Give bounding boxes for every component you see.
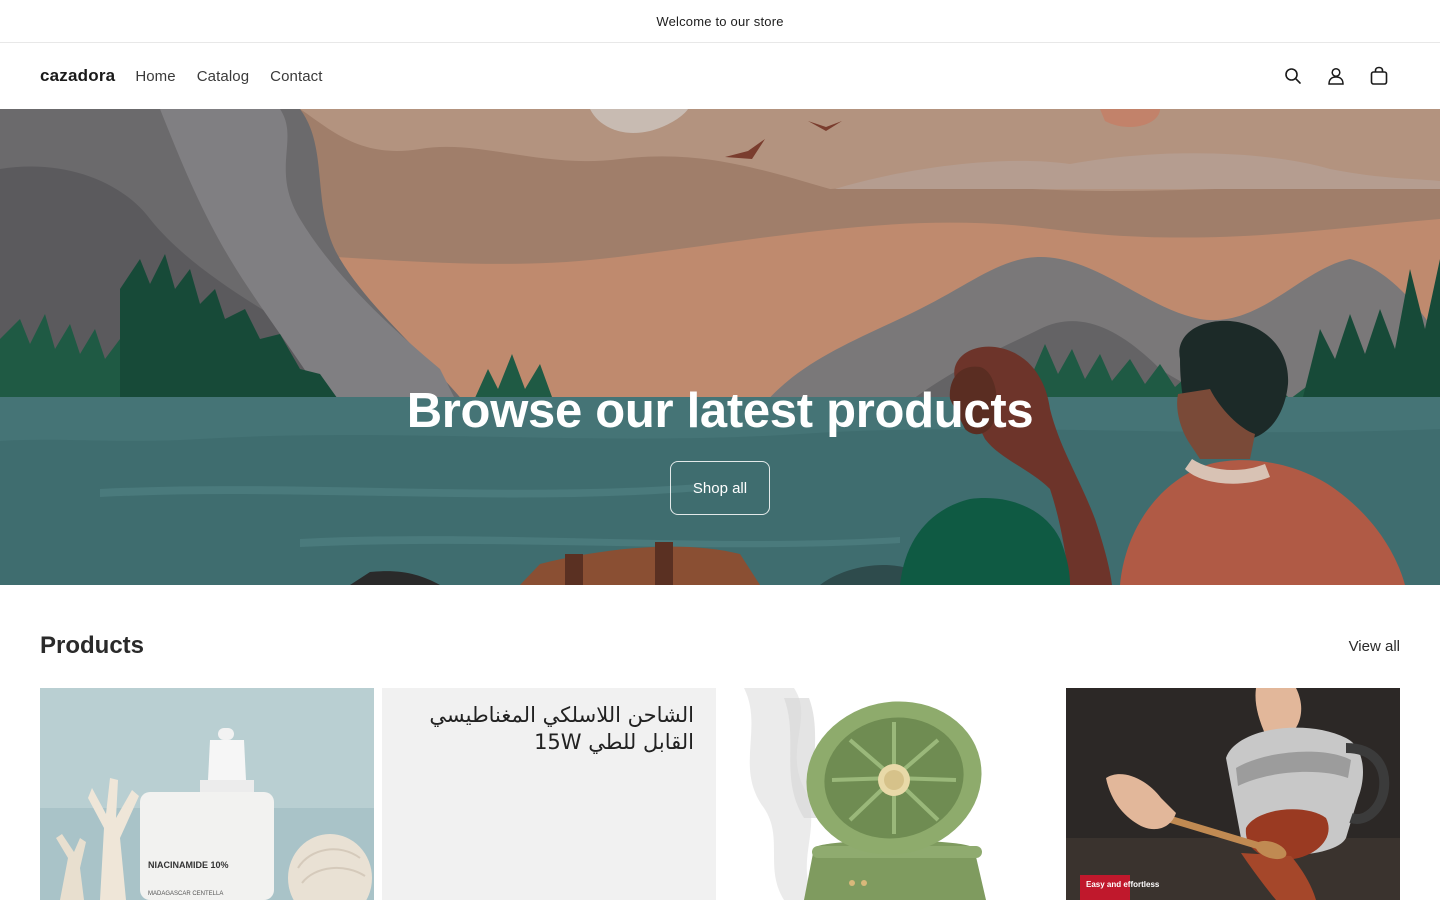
hero-content: Browse our latest products Shop all (0, 109, 1440, 585)
nav-item-contact[interactable]: Contact (270, 68, 322, 85)
announcement-text: Welcome to our store (656, 13, 784, 29)
site-header: cazadora Home Catalog Contact (0, 43, 1440, 109)
serum-label-subtext: MADAGASCAR CENTELLA (148, 891, 223, 897)
account-icon[interactable] (1314, 54, 1357, 98)
view-all-link[interactable]: View all (1349, 638, 1400, 655)
shop-all-button[interactable]: Shop all (670, 461, 770, 515)
product-title-arabic: الشاحن اللاسلكي المغناطيسي القابل للطي 1… (429, 703, 694, 754)
product-image-serum: NIACINAMIDE 10% MADAGASCAR CENTELLA (40, 688, 374, 900)
hero-title: Browse our latest products (406, 384, 1034, 438)
serum-label-text: NIACINAMIDE 10% (148, 860, 229, 870)
product-image-grinder: Easy and effortless (1066, 688, 1400, 900)
products-header: Products View all (40, 630, 1400, 662)
main-nav: Home Catalog Contact (135, 68, 343, 85)
hero-banner: Browse our latest products Shop all (0, 109, 1440, 585)
product-card[interactable]: Easy and effortless (1066, 688, 1400, 900)
product-card[interactable]: الشاحن اللاسلكي المغناطيسي القابل للطي 1… (382, 688, 716, 900)
product-grid: NIACINAMIDE 10% MADAGASCAR CENTELLA الشا… (40, 688, 1400, 900)
header-icons (1271, 54, 1400, 98)
product-card[interactable] (724, 688, 1058, 900)
store-logo[interactable]: cazadora (40, 66, 115, 86)
cart-icon[interactable] (1357, 54, 1400, 98)
product-card[interactable]: NIACINAMIDE 10% MADAGASCAR CENTELLA (40, 688, 374, 900)
nav-item-catalog[interactable]: Catalog (197, 68, 249, 85)
products-title: Products (40, 632, 145, 659)
grinder-badge-text: Easy and effortless (1086, 880, 1160, 889)
search-icon[interactable] (1271, 54, 1314, 98)
announcement-bar: Welcome to our store (0, 0, 1440, 43)
nav-item-home[interactable]: Home (135, 68, 175, 85)
product-image-fan (724, 688, 1058, 900)
